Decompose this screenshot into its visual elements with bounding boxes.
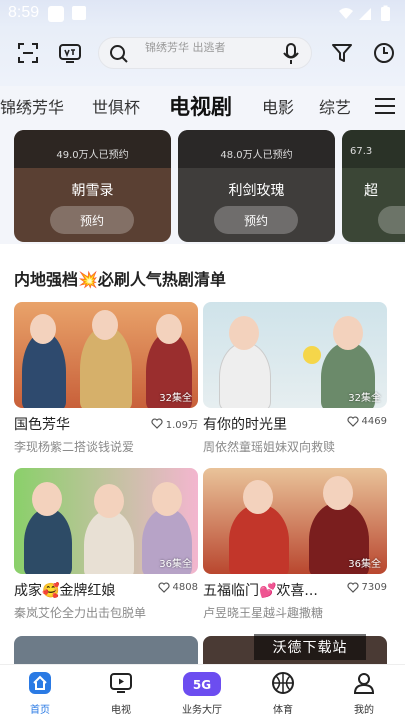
signal-battery-icon bbox=[339, 5, 390, 21]
reservation-count: 49.0万人已预约 bbox=[56, 150, 129, 161]
like-count-value: 1.09万 bbox=[165, 420, 198, 431]
nav-sports[interactable]: 体育 bbox=[253, 671, 313, 716]
nav-business-hall[interactable]: 5G 业务大厅 bbox=[172, 671, 232, 716]
show-card[interactable]: 32集全 有你的时光里 4469 周依然童瑶姐妹双向救赎 bbox=[203, 302, 387, 454]
upcoming-card[interactable]: 49.0万人已预约 朝雪录 预约 bbox=[14, 130, 171, 242]
section-title: 内地强档💥必刷人气热剧清单 bbox=[14, 270, 226, 289]
like-count-value: 7309 bbox=[361, 582, 387, 593]
tv-play-icon bbox=[110, 673, 132, 693]
5g-badge-icon: 5G bbox=[183, 672, 221, 696]
episode-count: 32集全 bbox=[348, 393, 381, 404]
like-count[interactable]: 7309 bbox=[346, 582, 387, 593]
user-icon bbox=[353, 673, 375, 694]
like-count[interactable]: 4469 bbox=[346, 416, 387, 427]
show-poster-peek[interactable] bbox=[14, 636, 198, 664]
like-count[interactable]: 1.09万 bbox=[151, 416, 198, 431]
notification-icon-2 bbox=[72, 6, 86, 20]
reservation-count: 67.3 bbox=[350, 146, 373, 157]
search-icon bbox=[110, 45, 128, 63]
tab-club-world-cup[interactable]: 世俱杯 bbox=[92, 94, 140, 118]
show-poster: 36集全 bbox=[203, 468, 387, 574]
nav-label: 我的 bbox=[354, 705, 374, 716]
upcoming-card[interactable]: 67.3 超 bbox=[342, 130, 405, 242]
search-input[interactable]: 锦绣芳华 出逃者 bbox=[98, 37, 312, 69]
watermark: 沃德下载站 bbox=[254, 634, 366, 660]
show-description: 卢昱晓王星越斗趣撒糖 bbox=[203, 606, 324, 620]
filter-icon[interactable] bbox=[328, 39, 356, 67]
nav-label: 业务大厅 bbox=[182, 705, 222, 716]
history-clock-icon[interactable] bbox=[370, 39, 398, 67]
scan-icon[interactable] bbox=[14, 39, 42, 67]
heart-icon bbox=[151, 418, 163, 429]
show-description: 李现杨紫二搭谈钱说爱 bbox=[14, 440, 135, 454]
tab-movies[interactable]: 电影 bbox=[262, 94, 294, 118]
episode-count: 32集全 bbox=[159, 393, 192, 404]
reserve-button[interactable]: 预约 bbox=[214, 206, 298, 234]
upcoming-title: 利剑玫瑰 bbox=[228, 183, 285, 199]
heart-icon bbox=[346, 416, 359, 427]
show-title: 有你的时光里 bbox=[203, 417, 287, 433]
nav-tv[interactable]: 电视 bbox=[91, 671, 151, 716]
status-time: 8:59 bbox=[8, 4, 40, 21]
bottom-nav: 首页 电视 5G 业务大厅 体育 我的 bbox=[0, 664, 405, 720]
show-poster: 32集全 bbox=[14, 302, 198, 408]
show-title: 五福临门💕欢喜... bbox=[203, 583, 318, 599]
nav-label: 首页 bbox=[30, 705, 50, 716]
tab-jinxiu[interactable]: 锦绣芳华 bbox=[0, 94, 64, 118]
nav-profile[interactable]: 我的 bbox=[334, 671, 394, 716]
episode-count: 36集全 bbox=[348, 559, 381, 570]
show-title: 成家🥰金牌红娘 bbox=[14, 583, 116, 599]
category-tabs: 锦绣芳华 世俱杯 电视剧 电影 综艺 bbox=[0, 86, 405, 126]
home-icon bbox=[29, 672, 51, 694]
microphone-icon[interactable] bbox=[283, 43, 299, 65]
upcoming-title: 朝雪录 bbox=[71, 183, 114, 199]
show-card[interactable]: 36集全 五福临门💕欢喜... 7309 卢昱晓王星越斗趣撒糖 bbox=[203, 468, 387, 620]
episode-count: 36集全 bbox=[159, 559, 192, 570]
heart-icon bbox=[346, 582, 359, 593]
menu-icon[interactable] bbox=[375, 98, 395, 114]
show-card[interactable]: 32集全 国色芳华 1.09万 李现杨紫二搭谈钱说爱 bbox=[14, 302, 198, 454]
notification-icon bbox=[48, 6, 64, 22]
reserve-button[interactable] bbox=[378, 206, 405, 234]
tab-variety[interactable]: 综艺 bbox=[319, 94, 351, 118]
reservation-count: 48.0万人已预约 bbox=[220, 150, 293, 161]
top-header: 锦绣芳华 出逃者 bbox=[0, 28, 405, 86]
basketball-icon bbox=[272, 672, 294, 694]
like-count[interactable]: 4808 bbox=[157, 582, 198, 593]
show-card[interactable]: 36集全 成家🥰金牌红娘 4808 秦岚艾伦全力出击包脱单 bbox=[14, 468, 198, 620]
show-poster: 36集全 bbox=[14, 468, 198, 574]
like-count-value: 4469 bbox=[361, 416, 387, 427]
show-description: 秦岚艾伦全力出击包脱单 bbox=[14, 606, 147, 620]
upcoming-title: 超 bbox=[364, 183, 378, 199]
nav-label: 体育 bbox=[273, 705, 293, 716]
reserve-button[interactable]: 预约 bbox=[50, 206, 134, 234]
upcoming-card[interactable]: 48.0万人已预约 利剑玫瑰 预约 bbox=[178, 130, 335, 242]
upcoming-row: 49.0万人已预约 朝雪录 预约 48.0万人已预约 利剑玫瑰 预约 67.3 … bbox=[0, 126, 405, 244]
show-description: 周依然童瑶姐妹双向救赎 bbox=[203, 440, 336, 454]
heart-icon bbox=[157, 582, 170, 593]
show-title: 国色芳华 bbox=[14, 417, 70, 433]
nav-label: 电视 bbox=[111, 705, 131, 716]
svg-text:5G: 5G bbox=[193, 678, 211, 692]
like-count-value: 4808 bbox=[172, 582, 198, 593]
nav-home[interactable]: 首页 bbox=[10, 671, 70, 716]
status-bar: 8:59 bbox=[0, 0, 405, 28]
show-poster: 32集全 bbox=[203, 302, 387, 408]
tab-tv-series[interactable]: 电视剧 bbox=[169, 91, 232, 121]
tv-cast-icon[interactable] bbox=[56, 39, 84, 67]
search-placeholder: 锦绣芳华 出逃者 bbox=[145, 41, 226, 54]
